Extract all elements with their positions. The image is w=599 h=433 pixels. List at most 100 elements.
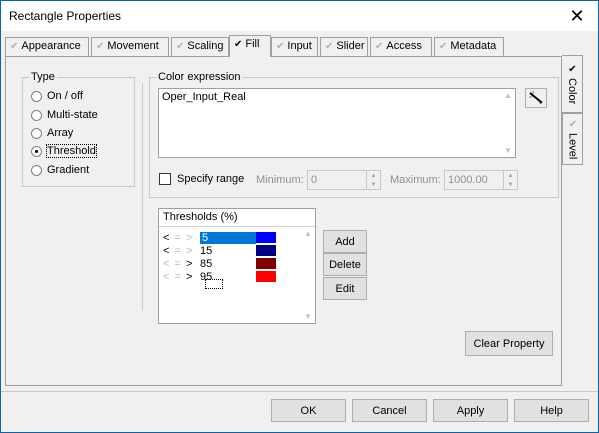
operator-faint: = > [174,231,194,244]
operator-faint: = > [174,244,194,257]
scroll-down-icon: ▼ [504,146,512,155]
tab-input[interactable]: ✔ Input [271,37,318,56]
maximum-value: 1000.00 [448,174,488,186]
threshold-color-swatch[interactable] [256,245,276,256]
tab-movement[interactable]: ✔ Movement [91,37,169,56]
ok-button[interactable]: OK [271,399,346,422]
vertical-divider [142,83,143,311]
cancel-button[interactable]: Cancel [352,399,427,422]
tab-access[interactable]: ✔ Access [370,37,432,56]
radio-label: Multi-state [47,109,98,121]
threshold-operator: < = > [163,258,200,270]
radio-button[interactable] [31,90,42,102]
threshold-value[interactable]: 15 [200,245,256,257]
side-tab-level[interactable]: ✔ Level [562,113,583,165]
radio-button[interactable] [31,164,42,176]
threshold-color-swatch[interactable] [256,232,276,243]
cancel-label: Cancel [372,404,407,417]
check-icon: ✔ [567,118,579,130]
tab-appearance[interactable]: ✔ Appearance [5,37,89,56]
threshold-color-swatch[interactable] [256,258,276,269]
fill-panel: Type On / off Multi-state Array Threshol… [5,56,562,386]
ok-label: OK [300,404,317,417]
delete-threshold-button[interactable]: Delete [323,253,367,276]
type-group: Type On / off Multi-state Array Threshol… [22,71,135,187]
minimum-spinner[interactable]: 0 ▲ ▼ [307,170,381,190]
scroll-down-icon: ▼ [304,312,312,321]
edit-threshold-button[interactable]: Edit [323,277,367,300]
specify-range-checkbox-row[interactable]: Specify range [159,173,244,185]
color-expression-input[interactable]: Oper_Input_Real ▲ ▼ [158,88,516,158]
tab-label: Slider [336,40,365,52]
title-bar: Rectangle Properties ✕ [1,1,598,31]
operator-strong: < [163,231,171,244]
threshold-operator: < = > [163,245,200,257]
side-tab-label: Color [566,77,578,105]
radio-gradient[interactable]: Gradient [31,162,89,178]
spin-down-icon: ▼ [370,181,377,188]
spin-up-icon: ▲ [507,172,514,179]
footer-divider [1,391,598,392]
maximum-label: Maximum: [390,174,441,186]
apply-button[interactable]: Apply [433,399,508,422]
threshold-value[interactable]: 85 [200,258,256,270]
clear-property-button[interactable]: Clear Property [465,331,553,356]
check-icon: ✔ [96,41,105,52]
add-label: Add [335,235,355,248]
thresholds-header: Thresholds (%) [159,209,315,227]
apply-label: Apply [456,404,485,417]
expression-builder-button[interactable] [525,88,547,108]
thresholds-list[interactable]: Thresholds (%) < = > 5 < = > 15 < = > 85… [158,208,316,324]
expression-scrollbar[interactable]: ▲ ▼ [501,89,515,157]
operator-faint: < = [163,257,182,270]
threshold-value[interactable]: 5 [200,231,256,244]
new-threshold-cell[interactable] [205,279,223,289]
side-tab-color[interactable]: ✔ Color [562,55,583,113]
tab-label: Movement [107,40,159,52]
add-threshold-button[interactable]: Add [323,230,367,253]
tab-metadata[interactable]: ✔ Metadata [434,37,504,56]
tab-label: Appearance [21,40,81,52]
maximum-spin-buttons[interactable]: ▲ ▼ [503,171,517,189]
type-group-title: Type [29,71,57,83]
close-icon: ✕ [569,5,585,26]
operator-strong: > [185,257,194,270]
help-button[interactable]: Help [514,399,589,422]
threshold-operator: < = > [163,232,200,244]
check-icon: ✔ [234,39,243,50]
radio-threshold[interactable]: Threshold [31,143,97,159]
clear-property-label: Clear Property [473,337,545,350]
thresholds-scrollbar[interactable]: ▲ ▼ [301,227,315,323]
specify-range-checkbox[interactable] [159,173,171,185]
tab-scaling[interactable]: ✔ Scaling [171,37,229,56]
check-icon: ✔ [567,63,578,75]
radio-array[interactable]: Array [31,125,73,141]
threshold-row[interactable]: < = > 5 [163,231,276,244]
radio-button[interactable] [31,127,42,139]
tab-slider[interactable]: ✔ Slider [320,37,368,56]
side-tab-label: Level [566,132,579,160]
maximum-spinner[interactable]: 1000.00 ▲ ▼ [444,170,518,190]
radio-label: On / off [47,90,83,102]
threshold-color-swatch[interactable] [256,271,276,282]
radio-on-off[interactable]: On / off [31,88,83,104]
tab-fill[interactable]: ✔ Fill [229,35,271,57]
operator-faint: < = [163,270,182,283]
edit-label: Edit [335,282,355,295]
threshold-row[interactable]: < = > 85 [163,257,276,270]
close-button[interactable]: ✕ [556,1,598,31]
color-expression-group: Color expression Oper_Input_Real ▲ ▼ Spe… [149,71,559,198]
expression-text: Oper_Input_Real [162,91,246,103]
minimum-spin-buttons[interactable]: ▲ ▼ [366,171,380,189]
tab-label: Metadata [450,40,497,52]
check-icon: ✔ [375,41,384,52]
radio-button[interactable] [31,109,42,121]
radio-multi-state[interactable]: Multi-state [31,107,98,123]
help-label: Help [540,404,563,417]
tab-label: Fill [245,38,260,50]
specify-range-label: Specify range [177,173,245,185]
check-icon: ✔ [10,41,19,52]
color-expression-title: Color expression [156,71,243,83]
radio-button-selected[interactable] [31,145,42,157]
threshold-row[interactable]: < = > 15 [163,244,276,257]
